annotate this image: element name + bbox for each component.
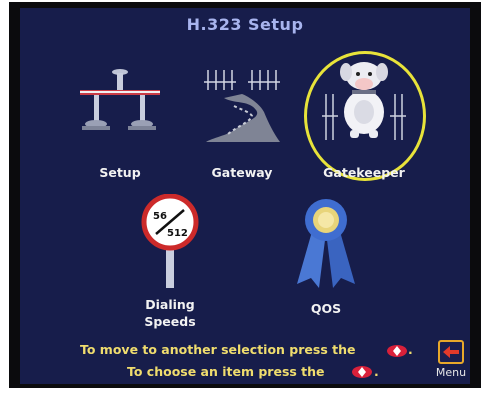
- tile-label: Gateway: [211, 165, 273, 180]
- sign-top-value: 56: [153, 211, 167, 222]
- tile-label: Dialing Speeds: [120, 296, 220, 330]
- tile-setup[interactable]: Setup: [70, 60, 170, 190]
- menu-label: Menu: [435, 366, 467, 379]
- tile-label: QOS: [310, 301, 342, 316]
- screenshot-frame: H.323 Setup Setup Gateway Gatekeeper 56 …: [0, 0, 491, 402]
- tile-label-line1: Dialing: [145, 297, 195, 312]
- move-hint: To move to another selection press the: [80, 342, 355, 357]
- back-arrow-icon: [443, 346, 459, 358]
- choose-hint-text: To choose an item press the: [127, 364, 325, 379]
- network-topology-icon: [80, 69, 160, 130]
- speed-sign-icon: 56 512: [141, 194, 199, 288]
- tv-screen: H.323 Setup Setup Gateway Gatekeeper 56 …: [9, 2, 481, 388]
- sign-bottom-value: 512: [167, 228, 188, 239]
- gateway-icon: [204, 70, 280, 142]
- tile-qos[interactable]: QOS: [276, 194, 376, 324]
- ribbon-award-icon: [297, 199, 355, 288]
- tile-label: Gatekeeper: [323, 165, 405, 180]
- tile-gateway[interactable]: Gateway: [192, 60, 292, 190]
- move-hint-text: To move to another selection press the: [80, 342, 356, 357]
- menu-back-button[interactable]: [438, 340, 464, 364]
- tile-dialing-speeds[interactable]: 56 512 Dialing Speeds: [120, 194, 220, 334]
- gatekeeper-bulldog-icon: [322, 62, 406, 140]
- remote-select-key-icon: [352, 366, 372, 378]
- hint-period: .: [408, 342, 413, 357]
- tile-label: Setup: [99, 165, 141, 180]
- remote-arrow-key-icon: [387, 345, 407, 357]
- hint-period: .: [374, 364, 379, 379]
- tile-gatekeeper[interactable]: Gatekeeper: [314, 60, 414, 190]
- page-title: H.323 Setup: [186, 15, 304, 34]
- choose-hint: To choose an item press the: [127, 364, 325, 379]
- setup-panel: H.323 Setup Setup Gateway Gatekeeper 56 …: [20, 8, 470, 384]
- tile-label-line2: Speeds: [144, 314, 196, 329]
